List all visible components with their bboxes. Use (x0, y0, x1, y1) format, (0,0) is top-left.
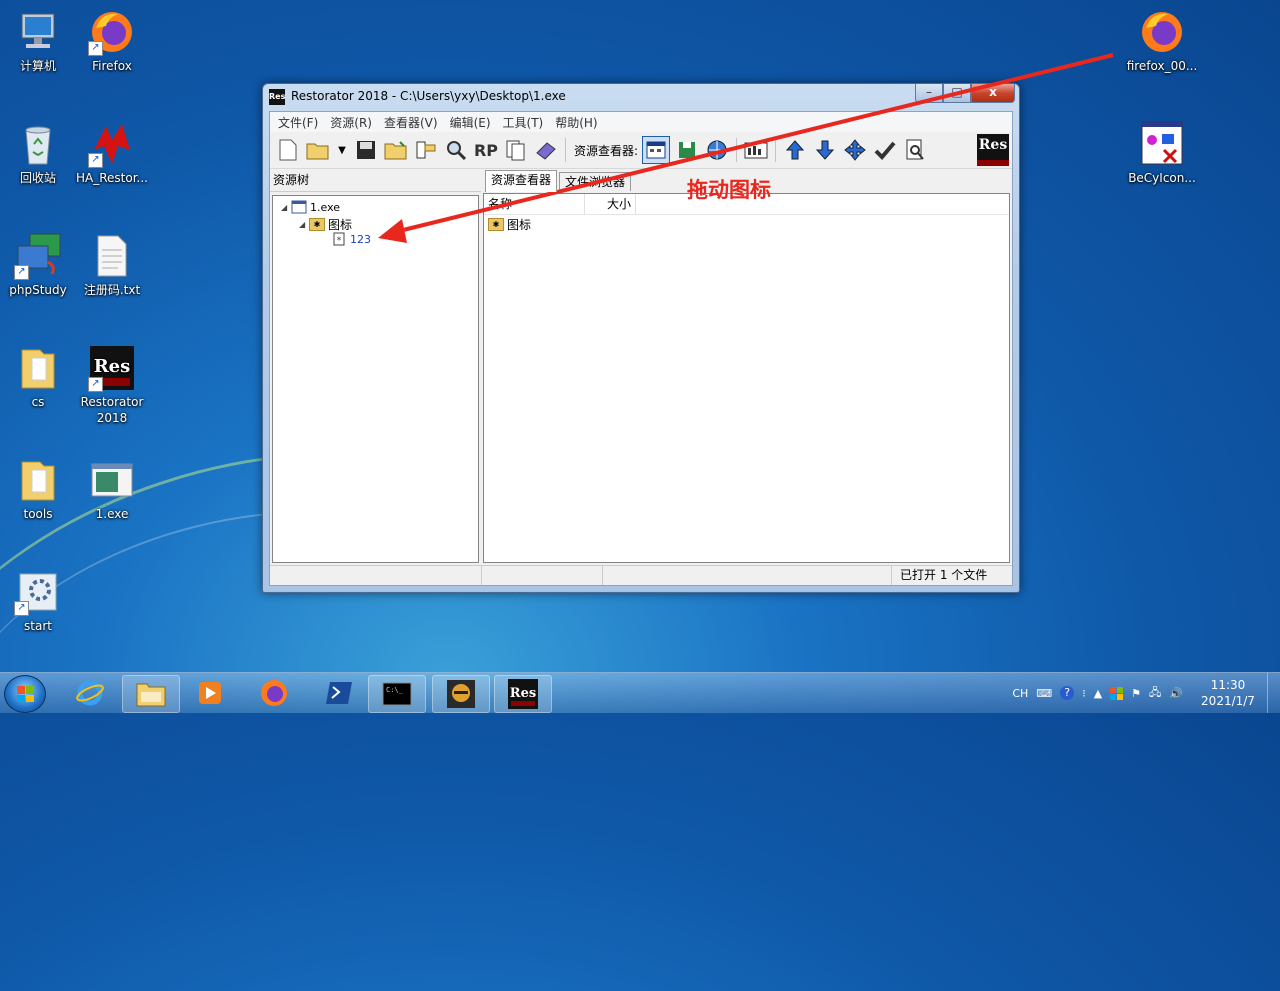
annotation-arrow (378, 53, 1114, 243)
action-center-icon[interactable]: ⚑ (1131, 687, 1141, 700)
taskbar-ie[interactable] (62, 675, 118, 711)
annotation-text: 拖动图标 (687, 178, 771, 202)
folder-icon (136, 683, 166, 707)
svg-text:Res: Res (510, 686, 536, 701)
start-button[interactable] (4, 675, 46, 713)
tab-resource-viewer[interactable]: 资源查看器 (485, 170, 558, 192)
cmd-icon: C:\_ (382, 682, 412, 706)
taskbar-media-player[interactable] (182, 675, 238, 711)
taskbar-explorer[interactable] (122, 675, 180, 713)
language-indicator[interactable]: CH (1012, 687, 1028, 700)
ie-icon (76, 680, 104, 706)
volume-icon[interactable]: 🔊 (1169, 687, 1183, 700)
restorator-icon: Res (508, 679, 538, 709)
taskbar-firefox[interactable] (246, 675, 302, 711)
powershell-icon (326, 682, 352, 704)
flag-icon[interactable] (1110, 686, 1124, 700)
help-icon[interactable]: ? (1060, 686, 1075, 700)
firefox-icon (261, 680, 287, 706)
show-hidden-icons-icon[interactable]: ▲ (1094, 687, 1102, 700)
media-player-icon (199, 682, 221, 704)
taskbar-restorator[interactable]: Res (494, 675, 552, 713)
taskbar-powershell[interactable] (312, 675, 368, 711)
system-tray: CH ⌨ ? ⁝ ▲ ⚑ 🖧 🔊 11:30 2021/1/7 (1008, 673, 1280, 713)
anime-app-icon (447, 680, 475, 708)
clock-time: 11:30 (1210, 678, 1246, 692)
show-desktop-button[interactable] (1267, 673, 1280, 713)
clock[interactable]: 11:30 2021/1/7 (1193, 677, 1263, 709)
taskbar: C:\_ Res CH ⌨ ? ⁝ ▲ ⚑ 🖧 🔊 11:30 2021/1/7 (0, 672, 1280, 713)
taskbar-anime-app[interactable] (432, 675, 490, 713)
taskbar-cmd[interactable]: C:\_ (368, 675, 426, 713)
settings-dropdown-icon[interactable]: ⁝ (1082, 687, 1086, 700)
windows-logo-icon (17, 686, 34, 702)
keyboard-icon[interactable]: ⌨ (1036, 687, 1052, 700)
clock-date: 2021/1/7 (1201, 694, 1255, 708)
network-icon[interactable]: 🖧 (1149, 684, 1161, 703)
svg-text:C:\_: C:\_ (386, 686, 404, 694)
